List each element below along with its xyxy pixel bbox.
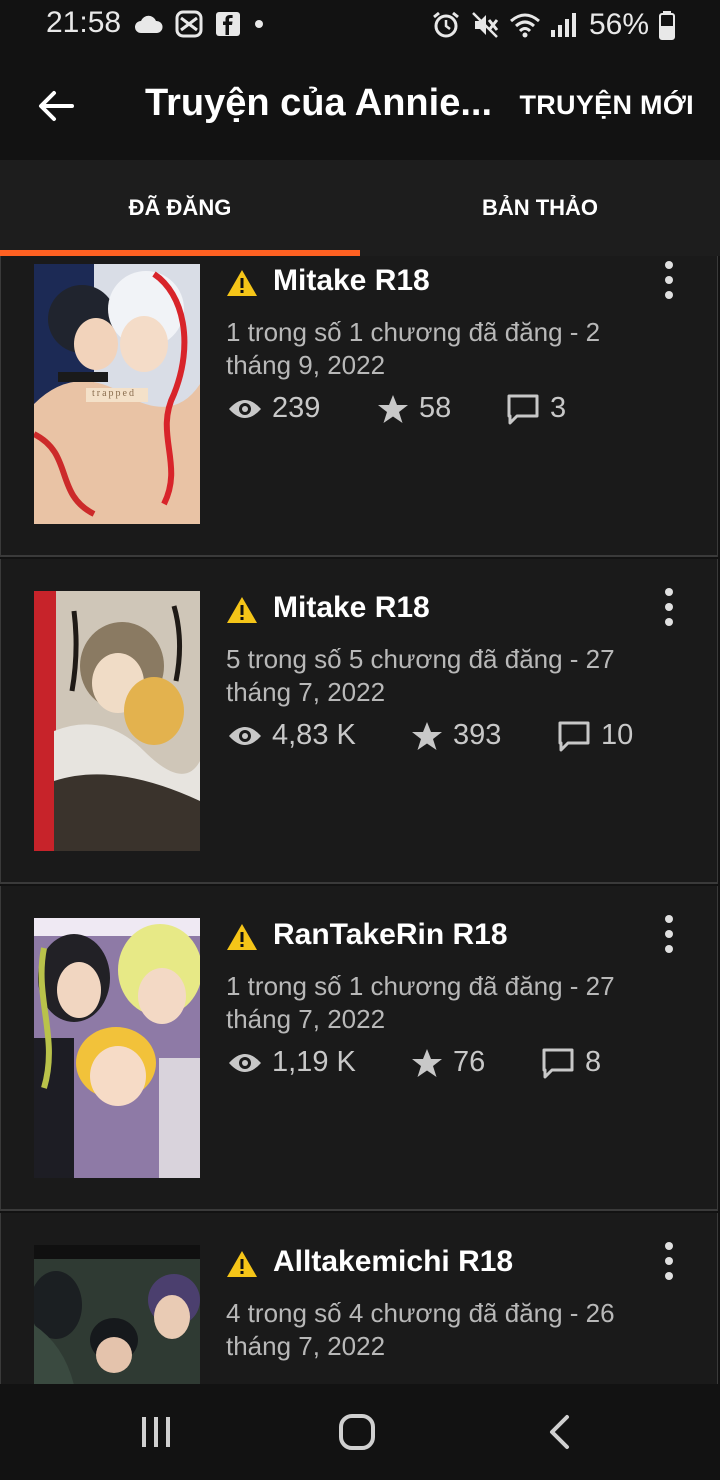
star-icon <box>378 394 408 423</box>
more-options-icon[interactable] <box>661 260 677 300</box>
comments-count: 3 <box>550 392 567 424</box>
facebook-icon <box>216 12 240 36</box>
back-icon <box>550 1415 569 1449</box>
story-title[interactable]: Mitake R18 <box>273 591 430 625</box>
page-title: Truyện của Annie... <box>145 82 493 124</box>
mute-icon <box>472 12 499 38</box>
views-stat: 1,19 K <box>228 1046 356 1079</box>
votes-count: 76 <box>453 1046 486 1078</box>
cloud-icon <box>135 15 163 33</box>
app-bar: Truyện của Annie... TRUYỆN MỚI <box>0 50 720 160</box>
status-time: 21:58 <box>46 6 122 39</box>
battery-icon <box>659 11 675 40</box>
star-icon <box>412 721 442 750</box>
comments-count: 10 <box>601 719 634 751</box>
recent-apps-icon <box>142 1417 170 1447</box>
story-card[interactable]: Alltakemichi R18 4 trong số 4 chương đã … <box>0 1213 718 1384</box>
story-title[interactable]: RanTakeRin R18 <box>273 918 508 952</box>
star-icon <box>412 1048 442 1077</box>
comments-stat: 3 <box>506 392 566 425</box>
story-cover-image[interactable] <box>34 918 200 1178</box>
views-stat: 239 <box>228 392 320 425</box>
home-button[interactable] <box>297 1384 417 1480</box>
comment-icon <box>558 721 590 751</box>
alarm-icon <box>433 11 459 38</box>
story-title[interactable]: Mitake R18 <box>273 264 430 298</box>
story-card[interactable]: Mitake R18 5 trong số 5 chương đã đăng -… <box>0 559 718 884</box>
tab-bar: ĐÃ ĐĂNG BẢN THẢO <box>0 160 720 256</box>
story-meta: 1 trong số 1 chương đã đăng - 27 tháng 7… <box>226 971 615 1034</box>
comments-count: 8 <box>585 1046 602 1078</box>
eye-icon <box>229 1053 261 1072</box>
story-card[interactable]: RanTakeRin R18 1 trong số 1 chương đã đă… <box>0 886 718 1211</box>
tab-published[interactable]: ĐÃ ĐĂNG <box>0 160 360 256</box>
system-nav-bar <box>0 1384 720 1480</box>
recent-apps-button[interactable] <box>96 1384 216 1480</box>
story-cover-image[interactable] <box>34 591 200 851</box>
story-meta: 5 trong số 5 chương đã đăng - 27 tháng 7… <box>226 644 615 707</box>
home-icon <box>339 1414 375 1450</box>
story-cover-image[interactable]: trapped <box>34 264 200 524</box>
warning-icon <box>227 597 257 623</box>
eye-icon <box>229 726 261 745</box>
votes-stat: 76 <box>411 1046 485 1079</box>
comment-icon <box>507 394 539 424</box>
views-count: 239 <box>272 392 321 424</box>
more-options-icon[interactable] <box>661 587 677 627</box>
new-story-button[interactable]: TRUYỆN MỚI <box>519 90 694 121</box>
warning-icon <box>227 1251 257 1277</box>
tab-drafts[interactable]: BẢN THẢO <box>360 160 720 256</box>
votes-count: 393 <box>453 719 502 751</box>
comments-stat: 8 <box>541 1046 601 1079</box>
votes-stat: 58 <box>377 392 451 425</box>
comment-icon <box>542 1048 574 1078</box>
wifi-icon <box>509 13 540 38</box>
warning-icon <box>227 270 257 296</box>
dot-icon <box>255 20 263 28</box>
more-options-icon[interactable] <box>661 1241 677 1281</box>
signal-icon <box>550 13 576 37</box>
eye-icon <box>229 399 261 418</box>
votes-count: 58 <box>419 392 452 424</box>
status-bar: 21:58 56% <box>0 0 720 50</box>
story-cover-image[interactable] <box>34 1245 200 1384</box>
back-button[interactable] <box>30 80 82 132</box>
more-options-icon[interactable] <box>661 914 677 954</box>
battery-percent: 56% <box>588 8 649 41</box>
views-count: 4,83 K <box>272 719 356 751</box>
story-list[interactable]: trapped Mitake R18 1 trong số 1 chương đ… <box>0 256 720 1384</box>
cover-label: trapped <box>92 388 136 399</box>
warning-icon <box>227 924 257 950</box>
story-meta: 1 trong số 1 chương đã đăng - 2 tháng 9,… <box>226 317 601 380</box>
story-card[interactable]: trapped Mitake R18 1 trong số 1 chương đ… <box>0 256 718 557</box>
votes-stat: 393 <box>411 719 501 752</box>
story-meta: 4 trong số 4 chương đã đăng - 26 tháng 7… <box>226 1298 615 1361</box>
story-title[interactable]: Alltakemichi R18 <box>273 1245 513 1279</box>
views-stat: 4,83 K <box>228 719 356 752</box>
back-nav-button[interactable] <box>499 1384 619 1480</box>
comments-stat: 10 <box>557 719 633 752</box>
gallery-icon <box>175 10 203 38</box>
views-count: 1,19 K <box>272 1046 356 1078</box>
arrow-left-icon <box>39 91 74 121</box>
